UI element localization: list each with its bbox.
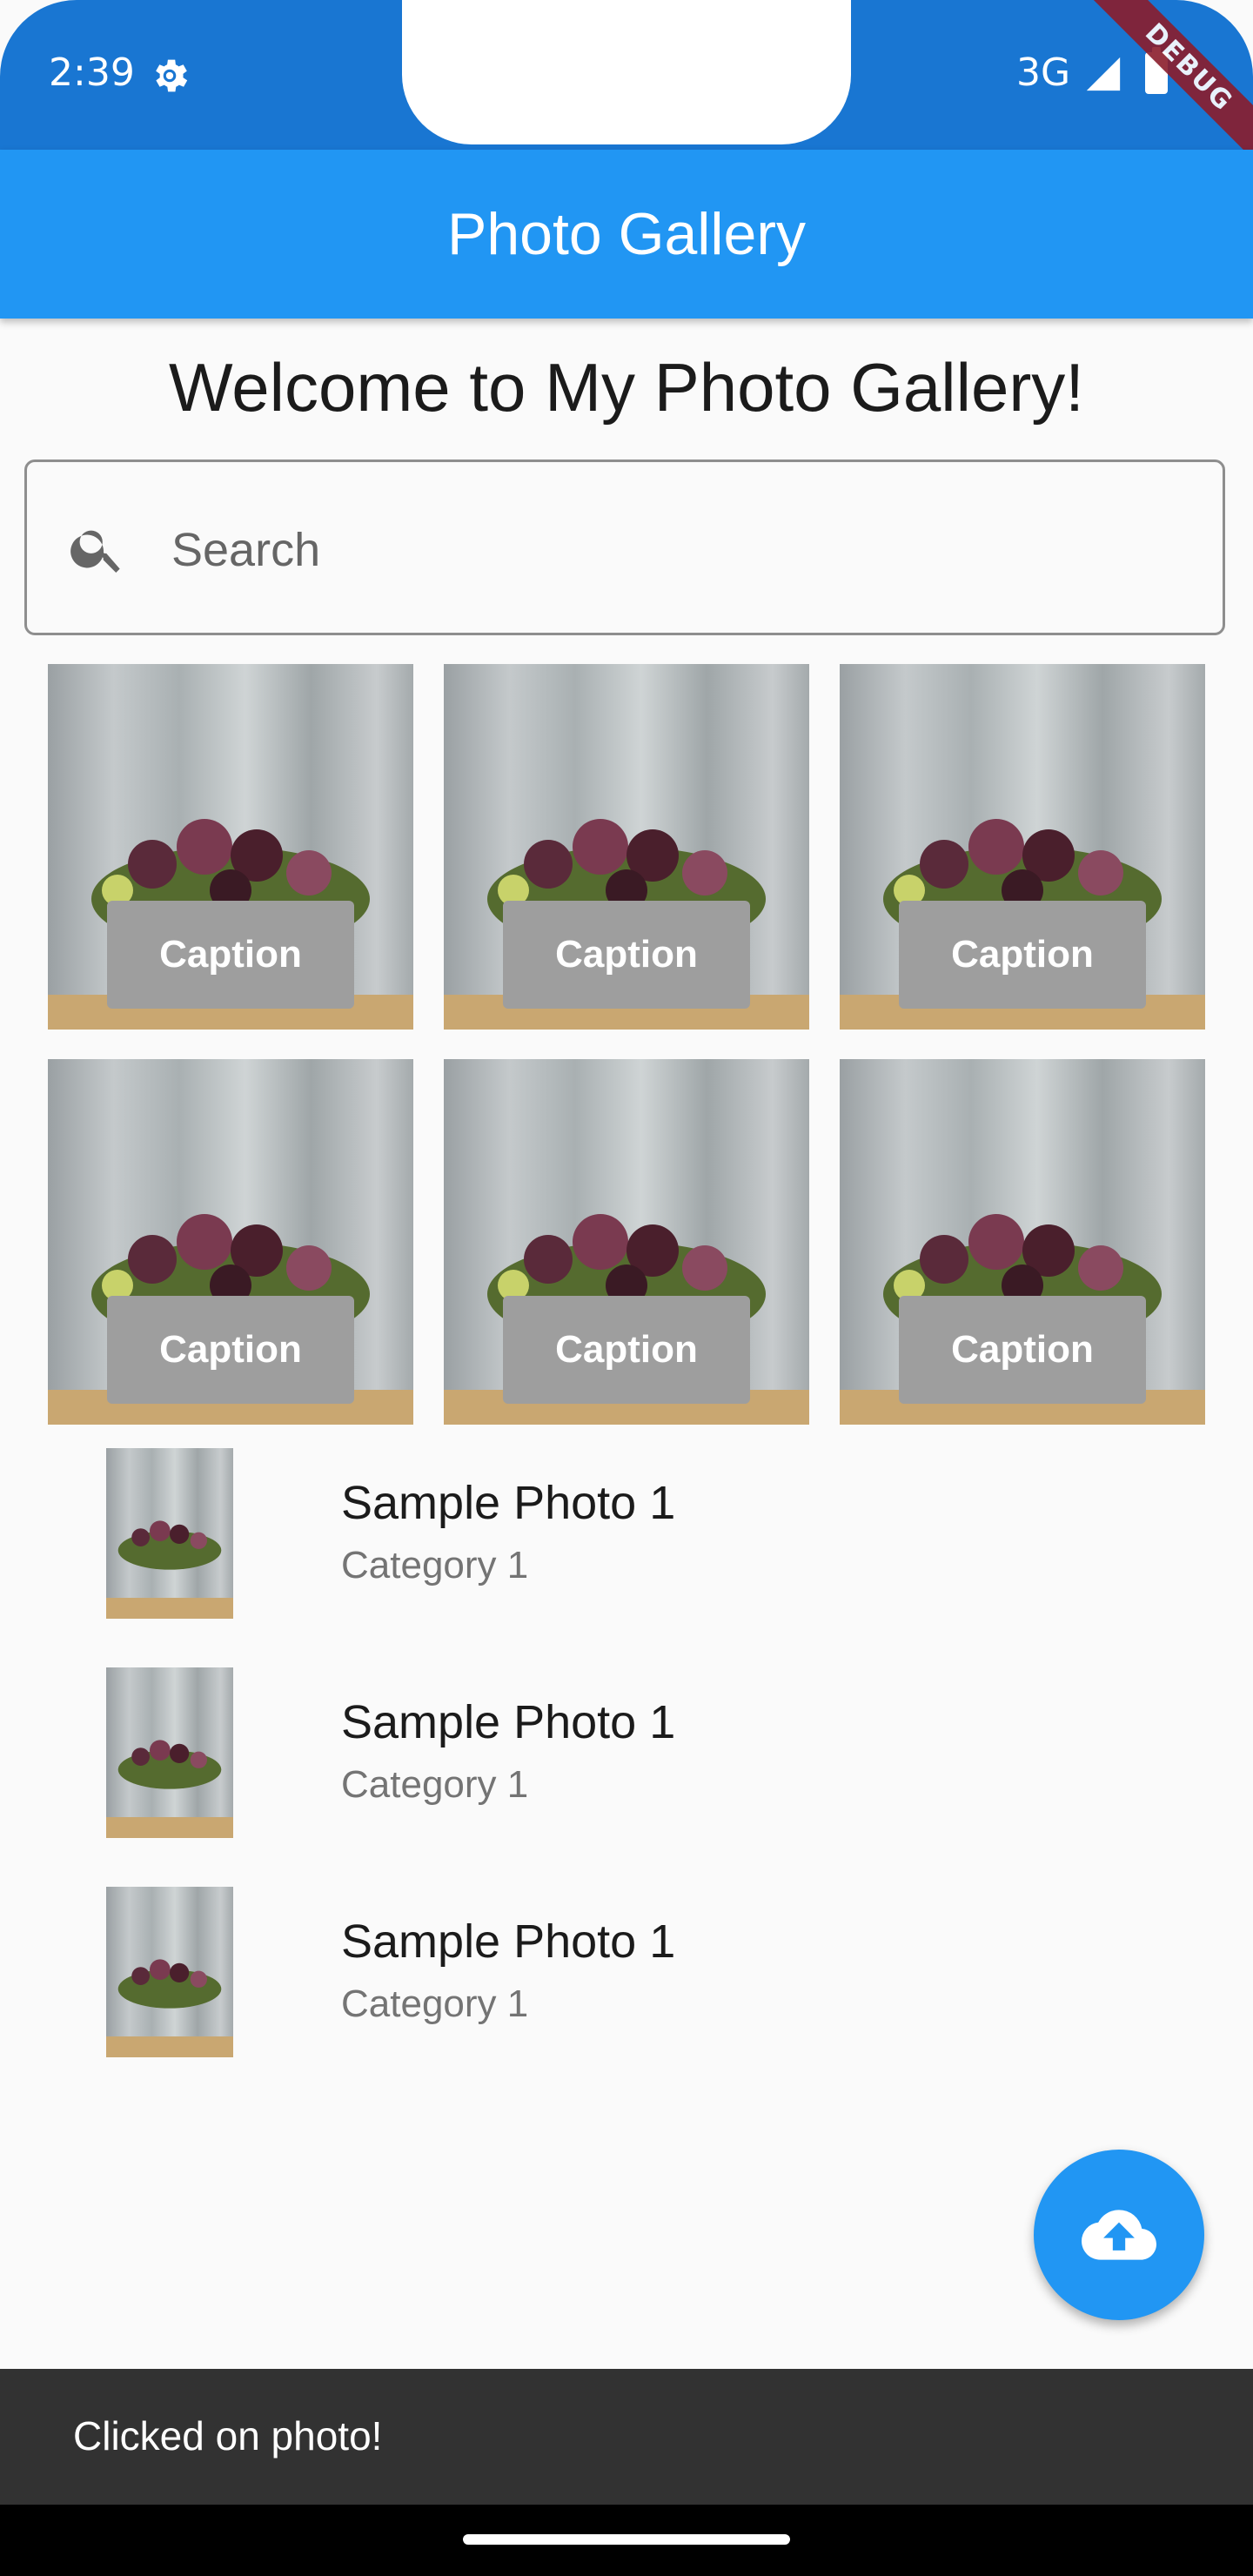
settings-icon <box>156 59 188 92</box>
grid-photo-tile[interactable]: Caption <box>444 664 809 1030</box>
search-icon <box>70 530 120 573</box>
photo-image <box>106 1667 233 1838</box>
list-item-category: Category 1 <box>341 1763 529 1806</box>
list-item-category: Category 1 <box>341 1544 529 1587</box>
app-bar: Photo Gallery <box>0 150 1253 319</box>
list-item-title: Sample Photo 1 <box>341 1915 676 1968</box>
photo-image <box>106 1448 233 1619</box>
signal-icon <box>1086 57 1121 91</box>
flower-bouquet-image <box>117 1740 222 1789</box>
grid-photo-tile[interactable]: Caption <box>444 1059 809 1425</box>
app-title: Photo Gallery <box>447 201 806 267</box>
home-indicator[interactable] <box>463 2534 790 2545</box>
photo-image <box>106 1887 233 2057</box>
photo-caption: Caption <box>899 1296 1146 1404</box>
grid-photo-tile[interactable]: Caption <box>48 664 413 1030</box>
list-item-title: Sample Photo 1 <box>341 1696 676 1748</box>
list-thumbnail <box>106 1448 233 1619</box>
welcome-heading: Welcome to My Photo Gallery! <box>169 349 1084 426</box>
network-type: 3G <box>1016 50 1071 95</box>
list-item[interactable]: Sample Photo 1 Category 1 <box>0 1887 1253 2106</box>
grid-photo-tile[interactable]: Caption <box>840 1059 1205 1425</box>
list-thumbnail <box>106 1667 233 1838</box>
list-item-title: Sample Photo 1 <box>341 1477 676 1529</box>
phone-screen: 2:39 3G DEBUG Photo Gallery Welcome to M… <box>0 0 1253 2576</box>
list-item-category: Category 1 <box>341 1982 529 2025</box>
system-navigation-bar <box>0 2505 1253 2576</box>
table-surface <box>106 1817 233 1838</box>
search-field[interactable] <box>24 460 1225 635</box>
list-item[interactable]: Sample Photo 1 Category 1 <box>0 1448 1253 1667</box>
photo-caption: Caption <box>107 901 354 1009</box>
photo-grid: Caption Caption Caption Caption Caption … <box>48 664 1205 1425</box>
search-input[interactable] <box>170 513 1200 587</box>
photo-caption: Caption <box>503 901 750 1009</box>
flower-bouquet-image <box>117 1959 222 2009</box>
list-item[interactable]: Sample Photo 1 Category 1 <box>0 1667 1253 1887</box>
snackbar-message: Clicked on photo! <box>73 2413 383 2459</box>
camera-notch <box>402 0 851 144</box>
photo-list: Sample Photo 1 Category 1 Sample Photo 1… <box>0 1448 1253 2106</box>
table-surface <box>106 1598 233 1619</box>
grid-photo-tile[interactable]: Caption <box>48 1059 413 1425</box>
cloud-upload-icon <box>1082 2210 1156 2260</box>
flower-bouquet-image <box>117 1520 222 1570</box>
status-time: 2:39 <box>49 50 135 95</box>
snackbar: Clicked on photo! <box>0 2369 1253 2505</box>
photo-caption: Caption <box>503 1296 750 1404</box>
upload-fab-button[interactable] <box>1034 2150 1204 2320</box>
grid-photo-tile[interactable]: Caption <box>840 664 1205 1030</box>
status-bar: 2:39 3G DEBUG <box>0 0 1253 180</box>
table-surface <box>106 2036 233 2057</box>
photo-caption: Caption <box>107 1296 354 1404</box>
list-thumbnail <box>106 1887 233 2057</box>
photo-caption: Caption <box>899 901 1146 1009</box>
